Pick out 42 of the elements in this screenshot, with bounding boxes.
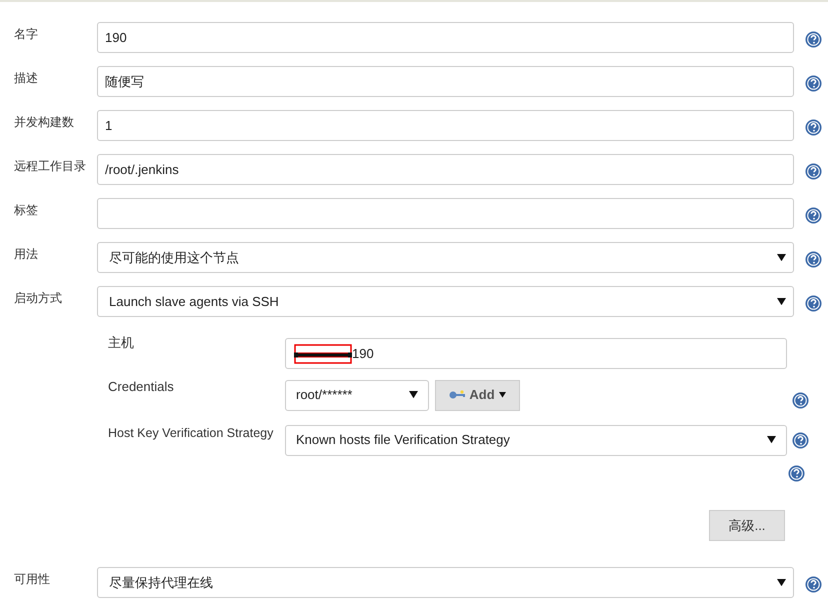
input-field[interactable]: 190 [97, 22, 794, 53]
field-label: Credentials [108, 378, 175, 396]
host-field[interactable]: 190 [285, 338, 787, 369]
input-field[interactable]: 1 [97, 110, 794, 141]
help-icon[interactable] [804, 207, 822, 224]
help-icon[interactable] [804, 163, 822, 180]
field-label: 用法 [14, 247, 38, 261]
help-icon[interactable] [804, 75, 822, 92]
advanced-button[interactable]: 高级... [709, 510, 785, 541]
dropdown[interactable]: 尽量保持代理在线 [97, 567, 794, 598]
dropdown-arrow-icon [767, 436, 776, 444]
help-icon[interactable] [804, 119, 822, 136]
input-field[interactable] [97, 198, 794, 229]
field-label: 主机 [108, 334, 135, 352]
dropdown-arrow-icon [777, 254, 786, 262]
field-label: 描述 [14, 71, 38, 85]
key-icon [449, 390, 466, 400]
help-icon[interactable] [804, 31, 822, 48]
dropdown-arrow-icon [777, 298, 786, 306]
input-field[interactable]: /root/.jenkins [97, 154, 794, 185]
field-label: 并发构建数 [14, 115, 74, 129]
dropdown-arrow-icon [777, 578, 786, 586]
input-field[interactable]: 随便写 [97, 66, 794, 97]
help-icon[interactable] [792, 392, 809, 408]
dropdown-arrow-icon [409, 391, 418, 399]
field-label: 标签 [14, 203, 38, 217]
field-label: 名字 [14, 27, 38, 41]
help-icon[interactable] [788, 465, 805, 482]
help-icon[interactable] [804, 295, 822, 312]
field-label: 启动方式 [14, 291, 62, 305]
dropdown[interactable]: root/****** [285, 380, 429, 410]
dropdown[interactable]: Known hosts file Verification Strategy [285, 424, 787, 456]
dropdown[interactable]: 尽可能的使用这个节点 [97, 242, 794, 273]
help-icon[interactable] [804, 576, 822, 593]
field-label: 远程工作目录 [14, 159, 86, 173]
add-button[interactable]: Add [435, 380, 520, 410]
help-icon[interactable] [804, 251, 822, 268]
field-label: Host Key Verification Strategy [108, 425, 274, 442]
dropdown[interactable]: Launch slave agents via SSH [97, 286, 794, 317]
field-label: 可用性 [14, 572, 50, 586]
dropdown-arrow-icon [498, 392, 506, 398]
help-icon[interactable] [792, 432, 809, 448]
